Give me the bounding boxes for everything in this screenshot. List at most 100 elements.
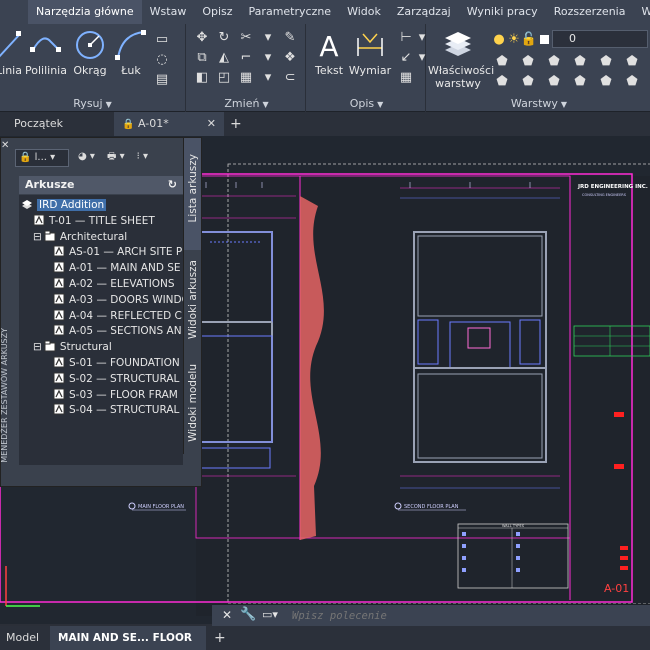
dropdown-icon[interactable]: ▾: [418, 28, 426, 46]
command-history-icon[interactable]: ▭▾: [262, 608, 278, 621]
layer-tool-icon[interactable]: ⬟: [622, 72, 642, 90]
sheet-node[interactable]: T-01 — TITLE SHEET: [33, 214, 155, 229]
trim-icon[interactable]: ✂: [236, 28, 256, 46]
sheet-node[interactable]: S-04 — STRUCTURAL: [53, 403, 179, 418]
sheet-node[interactable]: A-04 — REFLECTED C: [53, 309, 182, 324]
sheet-node[interactable]: A-05 — SECTIONS AN: [53, 324, 182, 339]
layer-properties-button[interactable]: Właściwości warstwy: [428, 28, 494, 90]
command-close-icon[interactable]: ✕: [222, 608, 232, 622]
layer-tool-icon[interactable]: ⬟: [596, 52, 616, 70]
array-icon[interactable]: ▦: [236, 68, 256, 86]
circle-tool-button[interactable]: Okrąg: [72, 28, 108, 77]
sheet-node[interactable]: A-01 — MAIN AND SE: [53, 261, 181, 276]
multileader-icon[interactable]: ↙: [396, 48, 416, 66]
sheet-subset-node[interactable]: ⊟ Architectural: [33, 230, 127, 245]
table-icon[interactable]: ▦: [396, 68, 416, 86]
sheet-node[interactable]: S-03 — FLOOR FRAM: [53, 388, 178, 403]
refresh-icon[interactable]: ↻: [168, 176, 177, 194]
view-options-button[interactable]: ⁝ ▾: [134, 149, 151, 167]
tree-node-label: IRD Addition: [37, 199, 107, 211]
lightbulb-icon[interactable]: ●: [492, 30, 506, 48]
ribbon-tab[interactable]: Rozszerzenia: [546, 0, 634, 24]
line-label: Linia: [0, 64, 22, 77]
sun-icon[interactable]: ☀: [507, 30, 521, 48]
sheet-set-root-node[interactable]: IRD Addition: [21, 198, 107, 213]
layer-tool-icon[interactable]: ⬟: [544, 72, 564, 90]
layer-tool-icon[interactable]: ⬟: [570, 52, 590, 70]
tab-layout-main[interactable]: MAIN AND SE... FLOOR PLAN: [50, 626, 206, 650]
unlock-icon[interactable]: 🔓: [521, 30, 537, 48]
dropdown-icon[interactable]: ▾: [258, 68, 278, 86]
dropdown-icon[interactable]: ▾: [418, 48, 426, 66]
vtab-sheet-views[interactable]: Widoki arkusza: [183, 250, 201, 354]
tab-start[interactable]: Początek: [14, 112, 114, 136]
arc-tool-button[interactable]: Łuk: [114, 28, 148, 77]
ribbon-tab[interactable]: Wyniki pracy: [459, 0, 546, 24]
dropdown-icon[interactable]: ▾: [258, 28, 278, 46]
command-customize-icon[interactable]: 🔧: [240, 607, 256, 622]
layer-tool-icon[interactable]: ⬟: [518, 72, 538, 90]
sheet-node[interactable]: S-02 — STRUCTURAL: [53, 372, 179, 387]
color-swatch-icon[interactable]: [537, 30, 551, 48]
fillet-icon[interactable]: ⌐: [236, 48, 256, 66]
ribbon-tab[interactable]: Widok: [339, 0, 389, 24]
layer-tool-icon[interactable]: ⬟: [518, 52, 538, 70]
line-tool-button[interactable]: Linia: [0, 28, 24, 77]
sheet-set-dropdown[interactable]: 🔒 l... ▾: [15, 149, 69, 167]
layer-tool-icon[interactable]: ⬟: [570, 72, 590, 90]
text-tool-button[interactable]: A Tekst: [312, 28, 346, 77]
dimension-tool-button[interactable]: Wymiar: [348, 28, 392, 77]
ribbon-tab[interactable]: Wstaw: [142, 0, 195, 24]
rectangle-icon[interactable]: ▭: [152, 30, 172, 48]
sheet-node[interactable]: A-03 — DOORS WINDO: [53, 293, 183, 308]
gradient-icon[interactable]: ▤: [152, 70, 172, 88]
new-layout-button[interactable]: +: [214, 626, 230, 650]
chevron-down-icon[interactable]: ▼: [377, 100, 383, 109]
sheet-node[interactable]: AS-01 — ARCH SITE P: [53, 245, 182, 260]
layer-tool-icon[interactable]: ⬟: [544, 52, 564, 70]
collapse-icon[interactable]: ⊟: [33, 231, 42, 243]
polyline-tool-button[interactable]: Polilinia: [24, 28, 68, 77]
move-icon[interactable]: ✥: [192, 28, 212, 46]
tab-model[interactable]: Model: [6, 626, 50, 650]
close-icon[interactable]: ✕: [207, 112, 216, 136]
sheet-node[interactable]: A-02 — ELEVATIONS: [53, 277, 175, 292]
erase-icon[interactable]: ✎: [280, 28, 300, 46]
layer-tool-icon[interactable]: ⬟: [492, 52, 512, 70]
ribbon-tab[interactable]: Współpraca: [633, 0, 650, 24]
collapse-icon[interactable]: ⊟: [33, 341, 42, 353]
sheet-node[interactable]: S-01 — FOUNDATION: [53, 356, 180, 371]
chevron-down-icon[interactable]: ▼: [262, 100, 268, 109]
hatch-icon[interactable]: ◌: [152, 50, 172, 68]
palette-close-icon[interactable]: ✕: [1, 140, 9, 151]
ribbon-tab[interactable]: Opisz: [194, 0, 240, 24]
print-button[interactable]: 🖶 ▾: [104, 149, 128, 167]
stretch-icon[interactable]: ◧: [192, 68, 212, 86]
layer-tool-icon[interactable]: ⬟: [622, 52, 642, 70]
scale-icon[interactable]: ◰: [214, 68, 234, 86]
chevron-down-icon[interactable]: ▼: [106, 100, 112, 109]
ribbon-tab[interactable]: Zarządzaj: [389, 0, 459, 24]
layer-tool-icon[interactable]: ⬟: [492, 72, 512, 90]
leader-icon[interactable]: ⊢: [396, 28, 416, 46]
dropdown-icon[interactable]: ▾: [258, 48, 278, 66]
offset-icon[interactable]: ⊂: [280, 68, 300, 86]
layer-tool-icon[interactable]: ⬟: [596, 72, 616, 90]
command-input[interactable]: [292, 608, 642, 624]
explode-icon[interactable]: ❖: [280, 48, 300, 66]
publish-options-button[interactable]: ◕ ▾: [75, 149, 98, 167]
ribbon-tab[interactable]: [0, 0, 28, 24]
chevron-down-icon[interactable]: ▼: [561, 100, 567, 109]
mirror-icon[interactable]: ◭: [214, 48, 234, 66]
vtab-sheet-list[interactable]: Lista arkuszy: [183, 138, 201, 250]
tree-node-label: A-04 — REFLECTED C: [69, 309, 182, 322]
new-tab-button[interactable]: +: [230, 112, 246, 136]
tab-a01[interactable]: 🔒 A-01* ✕: [114, 112, 224, 136]
ribbon-tab[interactable]: Parametryczne: [241, 0, 340, 24]
copy-icon[interactable]: ⧉: [192, 48, 212, 66]
ribbon-tab[interactable]: Narzędzia główne: [28, 0, 142, 24]
layer-dropdown[interactable]: 0: [552, 30, 648, 48]
rotate-icon[interactable]: ↻: [214, 28, 234, 46]
sheet-subset-node[interactable]: ⊟ Structural: [33, 340, 112, 355]
vtab-model-views[interactable]: Widoki modelu: [183, 354, 201, 454]
